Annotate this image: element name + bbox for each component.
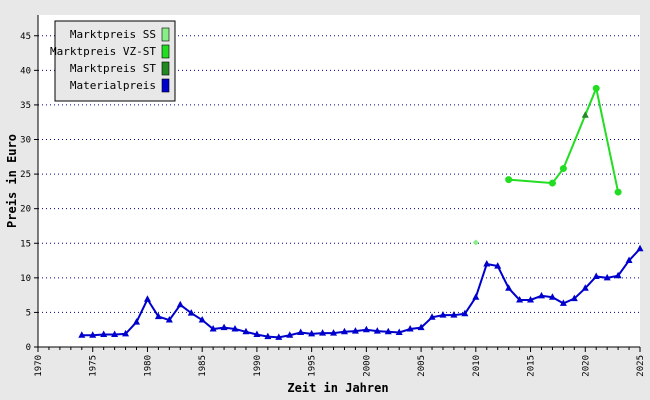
legend-label: Marktpreis VZ-ST bbox=[50, 45, 156, 58]
legend-label: Marktpreis ST bbox=[70, 62, 156, 75]
data-point bbox=[614, 188, 622, 196]
data-point bbox=[548, 179, 556, 187]
x-tick-label: 1985 bbox=[198, 355, 208, 377]
data-point bbox=[505, 176, 513, 184]
y-tick-label: 20 bbox=[20, 205, 31, 215]
y-tick-label: 40 bbox=[20, 66, 31, 76]
y-tick-label: 45 bbox=[20, 32, 31, 42]
x-tick-label: 1975 bbox=[89, 355, 99, 377]
legend-swatch bbox=[161, 78, 170, 93]
legend: Marktpreis SS Marktpreis VZ-ST Marktpreis … bbox=[50, 20, 176, 102]
y-tick-label: 10 bbox=[20, 274, 31, 284]
line-chart: 0510152025303540451970 1975 1980 1985 1990 19… bbox=[0, 0, 650, 400]
data-point bbox=[559, 165, 567, 173]
x-tick-label: 2025 bbox=[636, 355, 646, 377]
y-tick-label: 0 bbox=[26, 343, 31, 353]
x-tick-label: 1980 bbox=[143, 355, 153, 377]
x-tick-label: 1990 bbox=[253, 355, 263, 377]
x-tick-label: 2000 bbox=[362, 355, 372, 377]
chart: 0 5 10 15 20 25 30 35 40 45 1970 1975 1980 1985 1990 19… bbox=[0, 0, 650, 400]
legend-swatch bbox=[161, 27, 170, 42]
x-tick-label: 2020 bbox=[581, 355, 591, 377]
x-tick-label: 2010 bbox=[472, 355, 482, 377]
x-tick-label: 1970 bbox=[34, 355, 44, 377]
legend-label: Materialpreis bbox=[70, 79, 156, 92]
y-axis-label: Preis in Euro bbox=[5, 134, 19, 228]
y-tick-label: 15 bbox=[20, 239, 31, 249]
x-tick-label: 2005 bbox=[417, 355, 427, 377]
y-tick-label: 5 bbox=[26, 308, 31, 318]
legend-swatch bbox=[161, 44, 170, 59]
y-tick-label: 30 bbox=[20, 136, 31, 146]
x-axis-label: Zeit in Jahren bbox=[287, 381, 388, 395]
y-tick-label: 25 bbox=[20, 170, 31, 180]
legend-swatch bbox=[161, 61, 170, 76]
y-tick-label: 35 bbox=[20, 101, 31, 111]
x-tick-label: 2015 bbox=[527, 355, 537, 377]
x-tick-label: 1995 bbox=[308, 355, 318, 377]
legend-label: Marktpreis SS bbox=[70, 28, 156, 41]
data-point bbox=[592, 84, 600, 92]
